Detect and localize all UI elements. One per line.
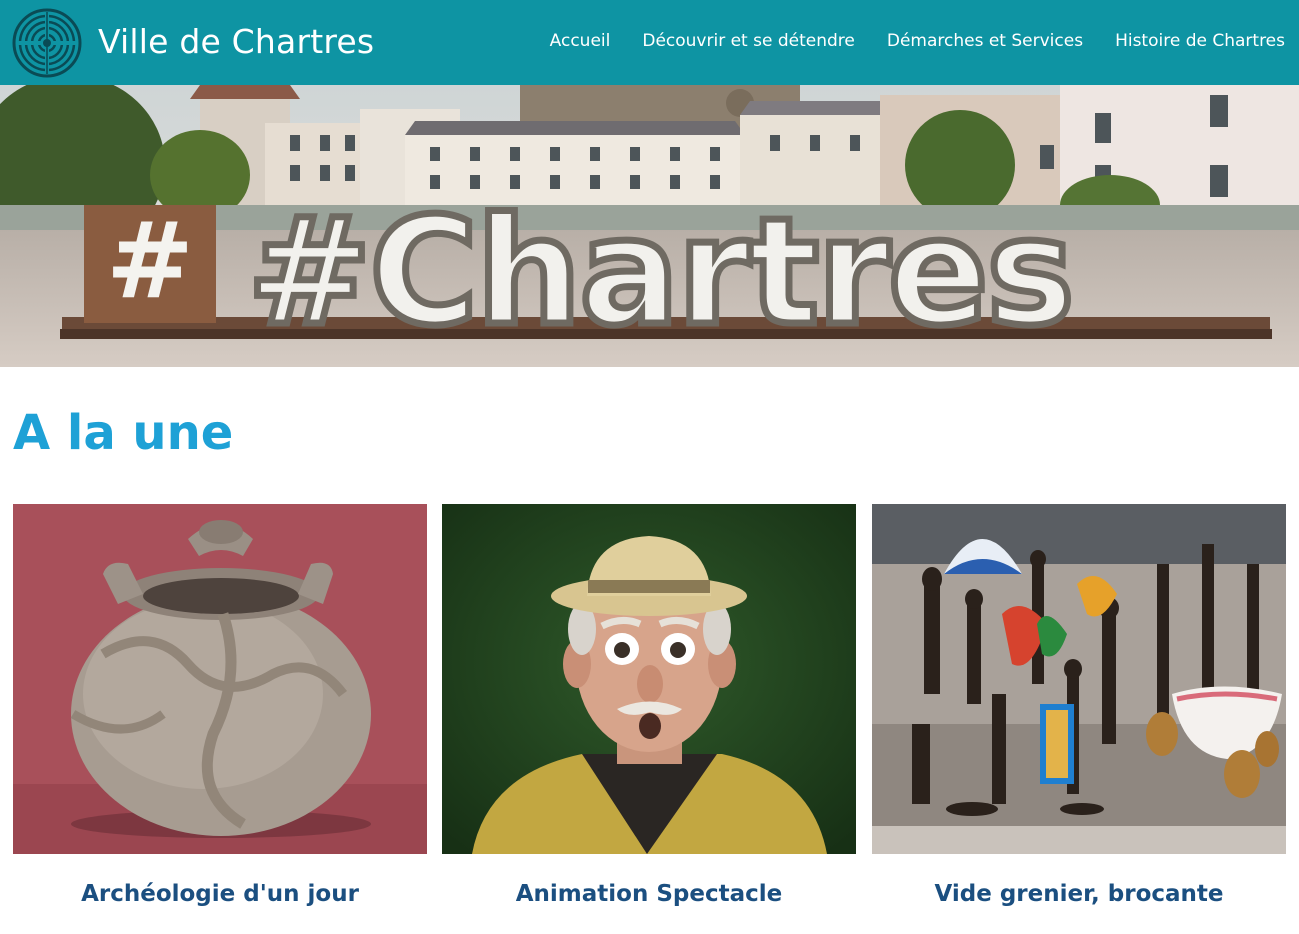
main-nav: Accueil Découvrir et se détendre Démarch… xyxy=(550,31,1285,51)
card-archeologie[interactable]: Archéologie d'un jour xyxy=(13,504,427,907)
svg-text:#: # xyxy=(106,200,194,322)
nav-item-accueil[interactable]: Accueil xyxy=(550,31,611,51)
hero-banner: # #Chartres xyxy=(0,85,1299,367)
card-image-pottery[interactable] xyxy=(13,504,427,854)
labyrinth-icon[interactable] xyxy=(12,8,82,78)
site-title[interactable]: Ville de Chartres xyxy=(98,22,374,61)
card-image-flea-market[interactable] xyxy=(872,504,1286,854)
nav-item-decouvrir[interactable]: Découvrir et se détendre xyxy=(642,31,855,51)
card-animation[interactable]: Animation Spectacle xyxy=(442,504,856,907)
nav-item-histoire[interactable]: Histoire de Chartres xyxy=(1115,31,1285,51)
nav-item-demarches[interactable]: Démarches et Services xyxy=(887,31,1083,51)
site-header: Ville de Chartres Accueil Découvrir et s… xyxy=(0,0,1299,85)
card-image-man-hat[interactable] xyxy=(442,504,856,854)
card-title[interactable]: Animation Spectacle xyxy=(442,881,856,907)
card-title[interactable]: Archéologie d'un jour xyxy=(13,881,427,907)
news-cards: Archéologie d'un jour Animation Spectacl… xyxy=(13,504,1286,934)
hero-sign-text: #Chartres xyxy=(247,186,1072,358)
card-brocante[interactable]: Vide grenier, brocante xyxy=(872,504,1286,907)
card-title[interactable]: Vide grenier, brocante xyxy=(872,881,1286,907)
section-title: A la une xyxy=(13,405,234,461)
